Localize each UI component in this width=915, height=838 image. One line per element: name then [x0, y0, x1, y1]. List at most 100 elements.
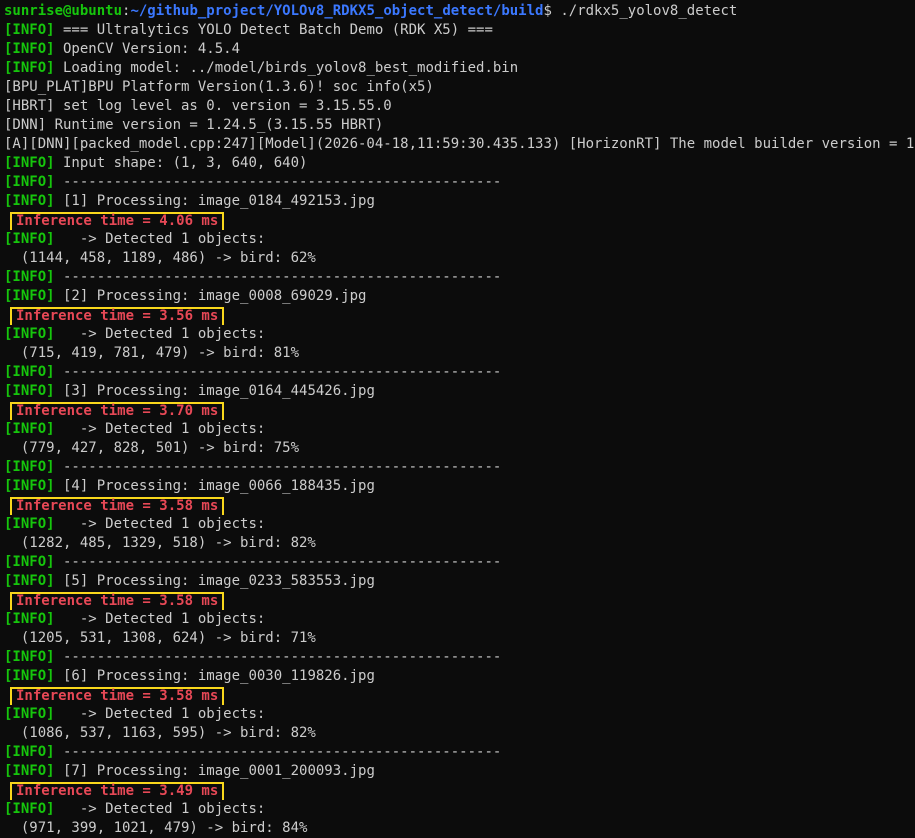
- inference-time-highlight: Inference time = 3.58 ms: [10, 687, 225, 705]
- info-tag: [INFO]: [4, 326, 55, 342]
- detected-line: [INFO] -> Detected 1 objects:: [4, 420, 915, 439]
- log-text: [2] Processing: image_0008_69029.jpg: [54, 288, 367, 304]
- inference-line: Inference time = 3.56 ms: [4, 306, 915, 325]
- log-line: [INFO] OpenCV Version: 4.5.4: [4, 40, 915, 59]
- info-tag: [INFO]: [4, 174, 55, 190]
- info-tag: [INFO]: [4, 383, 55, 399]
- inference-time-highlight: Inference time = 3.58 ms: [10, 592, 225, 610]
- inference-time-highlight: Inference time = 4.06 ms: [10, 212, 225, 230]
- detected-line: [INFO] -> Detected 1 objects:: [4, 610, 915, 629]
- inference-time-highlight: Inference time = 3.49 ms: [10, 782, 225, 800]
- detected-line: [INFO] -> Detected 1 objects:: [4, 230, 915, 249]
- log-line: [INFO] Input shape: (1, 3, 640, 640): [4, 154, 915, 173]
- log-text: ----------------------------------------…: [54, 554, 502, 570]
- inference-line: Inference time = 3.70 ms: [4, 401, 915, 420]
- info-tag: [INFO]: [4, 269, 55, 285]
- info-tag: [INFO]: [4, 611, 55, 627]
- log-text: ----------------------------------------…: [54, 744, 502, 760]
- log-text: -> Detected 1 objects:: [54, 516, 266, 532]
- terminal-window[interactable]: sunrise@ubuntu:~/github_project/YOLOv8_R…: [0, 0, 915, 838]
- info-tag: [INFO]: [4, 744, 55, 760]
- log-text: [7] Processing: image_0001_200093.jpg: [54, 763, 375, 779]
- info-tag: [INFO]: [4, 706, 55, 722]
- separator-line: [INFO] ---------------------------------…: [4, 743, 915, 762]
- detection-result-line: (1086, 537, 1163, 595) -> bird: 82%: [4, 725, 316, 741]
- detection-result-line: (1144, 458, 1189, 486) -> bird: 62%: [4, 250, 316, 266]
- detection-result-line: (715, 419, 781, 479) -> bird: 81%: [4, 345, 300, 361]
- log-line: [DNN] Runtime version = 1.24.5_(3.15.55 …: [4, 116, 915, 135]
- inference-line: Inference time = 3.58 ms: [4, 686, 915, 705]
- info-tag: [INFO]: [4, 801, 55, 817]
- info-tag: [INFO]: [4, 573, 55, 589]
- info-tag: [INFO]: [4, 288, 55, 304]
- inference-time-highlight: Inference time = 3.58 ms: [10, 497, 225, 515]
- command-prompt-line: sunrise@ubuntu:~/github_project/YOLOv8_R…: [4, 2, 915, 21]
- log-text: [1] Processing: image_0184_492153.jpg: [54, 193, 375, 209]
- log-text: Loading model: ../model/birds_yolov8_bes…: [54, 60, 519, 76]
- processing-line: [INFO] [5] Processing: image_0233_583553…: [4, 572, 915, 591]
- info-tag: [INFO]: [4, 421, 55, 437]
- processing-line: [INFO] [1] Processing: image_0184_492153…: [4, 192, 915, 211]
- info-tag: [INFO]: [4, 763, 55, 779]
- processing-line: [INFO] [7] Processing: image_0001_200093…: [4, 762, 915, 781]
- log-text: -> Detected 1 objects:: [54, 611, 266, 627]
- info-tag: [INFO]: [4, 364, 55, 380]
- info-tag: [INFO]: [4, 668, 55, 684]
- detection-result-line: (779, 427, 828, 501) -> bird: 75%: [4, 440, 300, 456]
- detection-result-line: (1282, 485, 1329, 518) -> bird: 82%: [4, 535, 316, 551]
- info-tag: [INFO]: [4, 459, 55, 475]
- log-text: [DNN] Runtime version = 1.24.5_(3.15.55 …: [4, 117, 384, 133]
- separator-line: [INFO] ---------------------------------…: [4, 363, 915, 382]
- log-text: [3] Processing: image_0164_445426.jpg: [54, 383, 375, 399]
- processing-line: [INFO] [4] Processing: image_0066_188435…: [4, 477, 915, 496]
- detected-line: [INFO] -> Detected 1 objects:: [4, 800, 915, 819]
- log-text: [6] Processing: image_0030_119826.jpg: [54, 668, 375, 684]
- inference-line: Inference time = 3.58 ms: [4, 591, 915, 610]
- log-text: -> Detected 1 objects:: [54, 231, 266, 247]
- prompt-user: sunrise@ubuntu: [4, 3, 123, 19]
- log-text: ----------------------------------------…: [54, 459, 502, 475]
- info-tag: [INFO]: [4, 193, 55, 209]
- log-text: -> Detected 1 objects:: [54, 326, 266, 342]
- processing-line: [INFO] [6] Processing: image_0030_119826…: [4, 667, 915, 686]
- separator-line: [INFO] ---------------------------------…: [4, 268, 915, 287]
- log-text: [HBRT] set log level as 0. version = 3.1…: [4, 98, 392, 114]
- info-tag: [INFO]: [4, 231, 55, 247]
- info-tag: [INFO]: [4, 649, 55, 665]
- log-text: [5] Processing: image_0233_583553.jpg: [54, 573, 375, 589]
- detection-log: [INFO] [1] Processing: image_0184_492153…: [4, 192, 915, 838]
- log-text: -> Detected 1 objects:: [54, 801, 266, 817]
- inference-line: Inference time = 3.49 ms: [4, 781, 915, 800]
- log-text: ----------------------------------------…: [54, 364, 502, 380]
- processing-line: [INFO] [2] Processing: image_0008_69029.…: [4, 287, 915, 306]
- detected-line: [INFO] -> Detected 1 objects:: [4, 705, 915, 724]
- info-tag: [INFO]: [4, 155, 55, 171]
- log-line: [BPU_PLAT]BPU Platform Version(1.3.6)! s…: [4, 78, 915, 97]
- prompt-command: ./rdkx5_yolov8_detect: [551, 3, 738, 19]
- info-tag: [INFO]: [4, 41, 55, 57]
- log-text: ----------------------------------------…: [54, 174, 502, 190]
- separator-line: [INFO] ---------------------------------…: [4, 553, 915, 572]
- log-text: -> Detected 1 objects:: [54, 706, 266, 722]
- log-line: [INFO] ---------------------------------…: [4, 173, 915, 192]
- header-log: [INFO] === Ultralytics YOLO Detect Batch…: [4, 21, 915, 192]
- processing-line: [INFO] [3] Processing: image_0164_445426…: [4, 382, 915, 401]
- log-line: [INFO] === Ultralytics YOLO Detect Batch…: [4, 21, 915, 40]
- separator-line: [INFO] ---------------------------------…: [4, 648, 915, 667]
- log-text: -> Detected 1 objects:: [54, 421, 266, 437]
- inference-time-highlight: Inference time = 3.56 ms: [10, 307, 225, 325]
- log-text: OpenCV Version: 4.5.4: [54, 41, 241, 57]
- detected-line: [INFO] -> Detected 1 objects:: [4, 515, 915, 534]
- info-tag: [INFO]: [4, 22, 55, 38]
- prompt-path: ~/github_project/YOLOv8_RDKX5_object_det…: [130, 3, 544, 19]
- log-line: [HBRT] set log level as 0. version = 3.1…: [4, 97, 915, 116]
- inference-line: Inference time = 4.06 ms: [4, 211, 915, 230]
- info-tag: [INFO]: [4, 516, 55, 532]
- log-text: [BPU_PLAT]BPU Platform Version(1.3.6)! s…: [4, 79, 434, 95]
- log-text: Input shape: (1, 3, 640, 640): [54, 155, 308, 171]
- separator-line: [INFO] ---------------------------------…: [4, 458, 915, 477]
- log-line: [A][DNN][packed_model.cpp:247][Model](20…: [4, 135, 915, 154]
- log-text: [A][DNN][packed_model.cpp:247][Model](20…: [4, 136, 915, 152]
- detection-result-line: (971, 399, 1021, 479) -> bird: 84%: [4, 820, 308, 836]
- log-text: [4] Processing: image_0066_188435.jpg: [54, 478, 375, 494]
